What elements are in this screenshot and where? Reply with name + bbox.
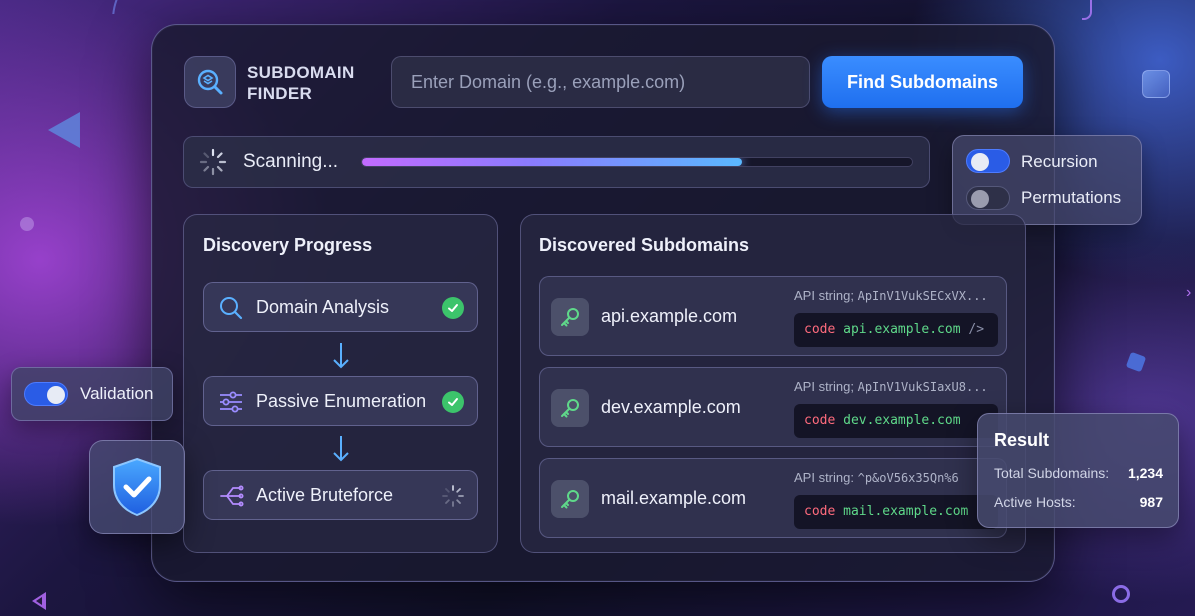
- decorative-chevron-icon: ›: [1186, 284, 1192, 301]
- key-icon: [551, 389, 589, 427]
- scan-progress-bar: [361, 157, 913, 167]
- sliders-icon: [220, 391, 242, 413]
- discovered-subdomains-title: Discovered Subdomains: [539, 235, 750, 255]
- decorative-ring: [1112, 585, 1130, 603]
- result-title: Result: [994, 430, 1050, 450]
- security-shield-icon: [89, 440, 185, 534]
- validation-toggle[interactable]: [24, 382, 68, 406]
- decorative-hook: [1082, 0, 1092, 20]
- code-value: mail.example.com: [843, 504, 969, 519]
- toggle-knob: [971, 153, 989, 171]
- api-string-label: API string;: [794, 288, 854, 303]
- code-keyword: code: [804, 413, 836, 428]
- decorative-cube: [1125, 351, 1147, 373]
- loading-spinner-icon: [442, 485, 464, 507]
- find-subdomains-button[interactable]: Find Subdomains: [822, 56, 1023, 108]
- scan-progress-fill: [362, 158, 742, 166]
- app-title-line2: FINDER: [247, 84, 313, 103]
- total-subdomains-label: Total Subdomains:: [994, 465, 1110, 481]
- subdomain-name: dev.example.com: [601, 397, 741, 417]
- code-snippet[interactable]: code mail.example.com: [794, 495, 998, 529]
- subdomain-card[interactable]: api.example.com API string; ApInV1VukSEC…: [539, 276, 1007, 356]
- step-domain-analysis[interactable]: Domain Analysis: [203, 282, 478, 332]
- code-value: dev.example.com: [843, 413, 961, 428]
- app-logo-icon: [184, 56, 236, 108]
- subdomain-card[interactable]: dev.example.com API string; ApInV1VukSIa…: [539, 367, 1007, 447]
- subdomain-card[interactable]: mail.example.com API string: ^p&oV56x35Q…: [539, 458, 1007, 538]
- code-snippet[interactable]: code dev.example.com: [794, 404, 998, 438]
- code-snippet[interactable]: code api.example.com />: [794, 313, 998, 347]
- total-subdomains-value: 1,234: [1127, 465, 1163, 481]
- domain-input[interactable]: [391, 56, 810, 108]
- step-label: Active Bruteforce: [256, 485, 394, 505]
- api-string-value: ApInV1VukSIaxU8...: [857, 380, 988, 394]
- subdomain-name: mail.example.com: [601, 488, 747, 508]
- decorative-triangle-hole: [36, 597, 42, 605]
- api-string: API string: ^p&oV56x35Qn%6: [794, 470, 959, 485]
- app-title: SUBDOMAIN FINDER: [247, 62, 355, 104]
- api-string: API string; ApInV1VukSECxVX...: [794, 288, 988, 303]
- recursion-toggle[interactable]: [966, 149, 1010, 173]
- api-string-label: API string;: [794, 379, 854, 394]
- discovery-progress-title: Discovery Progress: [203, 235, 373, 255]
- code-tail: />: [968, 322, 985, 337]
- toggle-knob: [971, 190, 989, 208]
- arrow-down-icon: [333, 343, 349, 369]
- permutations-label: Permutations: [1021, 188, 1122, 207]
- active-hosts-label: Active Hosts:: [994, 494, 1076, 510]
- code-value: api.example.com: [843, 322, 961, 337]
- api-string-label: API string:: [794, 470, 854, 485]
- code-keyword: code: [804, 504, 836, 519]
- recursion-label: Recursion: [1021, 152, 1098, 171]
- search-icon: [220, 297, 243, 320]
- validation-label: Validation: [80, 384, 154, 403]
- code-keyword: code: [804, 322, 836, 337]
- api-string-value: ApInV1VukSECxVX...: [857, 289, 988, 303]
- api-string-value: ^p&oV56x35Qn%6: [857, 471, 959, 485]
- check-icon: [442, 297, 464, 319]
- step-passive-enumeration[interactable]: Passive Enumeration: [203, 376, 478, 426]
- step-label: Domain Analysis: [256, 297, 390, 317]
- app-title-line1: SUBDOMAIN: [247, 63, 355, 82]
- arrow-down-icon: [333, 436, 349, 462]
- subdomain-name: api.example.com: [601, 306, 738, 326]
- scan-status-label: Scanning...: [243, 151, 339, 172]
- key-icon: [551, 298, 589, 336]
- key-icon: [551, 480, 589, 518]
- toggle-knob: [47, 386, 65, 404]
- decorative-square: [1142, 70, 1170, 98]
- decorative-triangle: [48, 112, 80, 148]
- permutations-toggle[interactable]: [966, 186, 1010, 210]
- step-active-bruteforce[interactable]: Active Bruteforce: [203, 470, 478, 520]
- branch-icon: [220, 485, 244, 507]
- loading-spinner-icon: [199, 148, 227, 176]
- active-hosts-value: 987: [1139, 494, 1163, 510]
- decorative-dot: [20, 217, 34, 231]
- check-icon: [442, 391, 464, 413]
- step-label: Passive Enumeration: [256, 391, 427, 411]
- api-string: API string; ApInV1VukSIaxU8...: [794, 379, 988, 394]
